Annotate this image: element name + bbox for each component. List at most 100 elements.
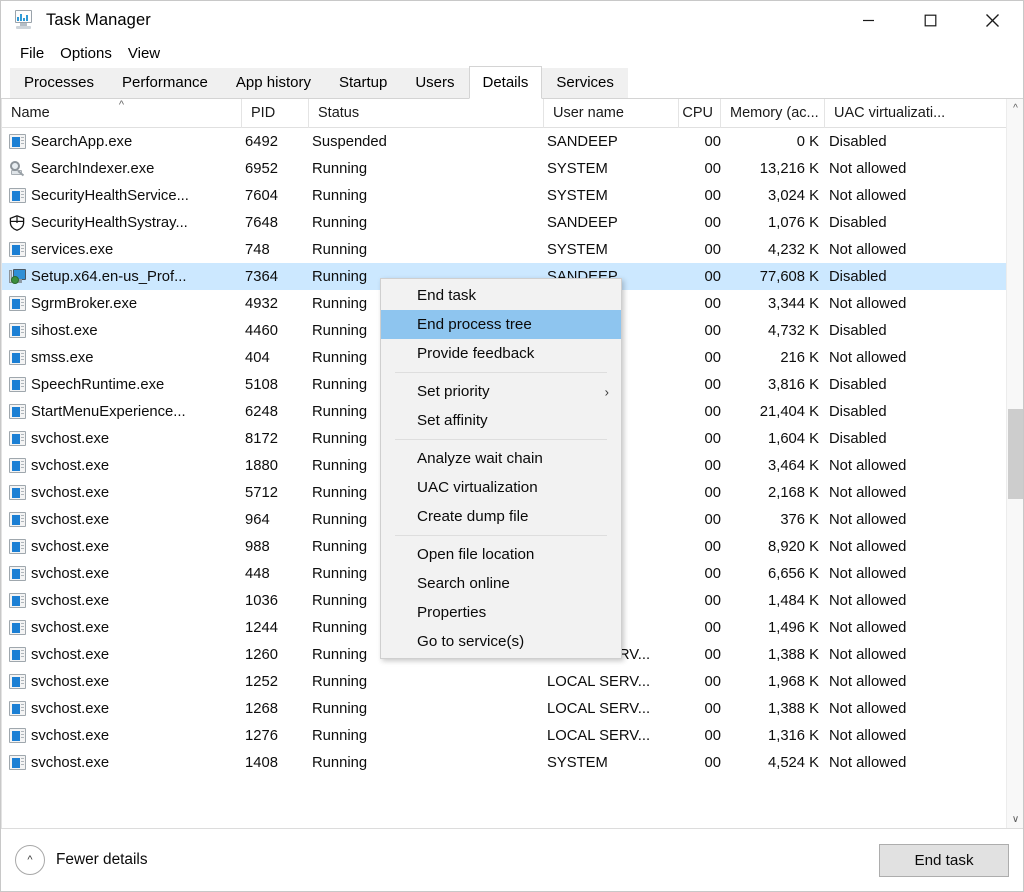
tab-startup[interactable]: Startup: [324, 68, 402, 98]
process-name-label: Setup.x64.en-us_Prof...: [31, 268, 187, 285]
column-header-pid[interactable]: PID: [242, 99, 309, 128]
sort-ascending-icon: ^: [118, 99, 125, 111]
tab-performance[interactable]: Performance: [108, 68, 222, 98]
context-menu-item[interactable]: Set priority ›: [381, 377, 621, 406]
table-row[interactable]: services.exe 748 Running SYSTEM 00 4,232 K Not…: [2, 236, 1023, 263]
scroll-down-arrow-icon[interactable]: ∨: [1007, 810, 1023, 828]
context-menu-item[interactable]: Open file location: [381, 540, 621, 569]
column-header-user-name[interactable]: User name: [544, 99, 679, 128]
window-controls: [837, 1, 1023, 39]
cell-uac-virtualization: Not allowed: [829, 565, 907, 582]
cell-pid: 448: [245, 565, 270, 582]
end-task-button[interactable]: End task: [879, 843, 1009, 877]
window-icon: [9, 296, 26, 311]
context-menu-item[interactable]: Analyze wait chain: [381, 444, 621, 473]
cell-uac-virtualization: Not allowed: [829, 160, 907, 177]
context-menu-item[interactable]: End task: [381, 281, 621, 310]
tab-details[interactable]: Details: [468, 66, 543, 99]
table-row[interactable]: svchost.exe 1276 Running LOCAL SERV... 00 1,3…: [2, 722, 1023, 749]
context-menu-item-label: Provide feedback: [417, 345, 535, 362]
cell-pid: 7604: [245, 187, 278, 204]
context-menu-item[interactable]: Create dump file: [381, 502, 621, 531]
window-icon: [9, 566, 26, 581]
context-menu-item[interactable]: UAC virtualization: [381, 473, 621, 502]
tab-services[interactable]: Services: [542, 68, 628, 98]
table-row[interactable]: SecurityHealthSystray... 7648 Running SANDE…: [2, 209, 1023, 236]
cell-pid: 1252: [245, 673, 278, 690]
cell-name: sihost.exe: [2, 323, 242, 339]
cell-memory: 1,484 K: [767, 592, 819, 609]
cell-memory: 1,076 K: [767, 214, 819, 231]
table-row[interactable]: SearchApp.exe 6492 Suspended SANDEEP 00 0 K Di…: [2, 128, 1023, 155]
context-menu-item[interactable]: End process tree: [381, 310, 621, 339]
tab-app-history[interactable]: App history: [221, 68, 325, 98]
scrollbar-thumb[interactable]: [1008, 409, 1023, 499]
cell-uac-virtualization: Disabled: [829, 430, 887, 447]
cell-cpu: 00: [704, 349, 721, 366]
process-name-label: svchost.exe: [31, 457, 110, 474]
cell-cpu: 00: [704, 700, 721, 717]
cell-cpu: 00: [704, 457, 721, 474]
cell-pid: 748: [245, 241, 270, 258]
menu-item-options[interactable]: Options: [52, 43, 120, 64]
context-menu-item[interactable]: Provide feedback: [381, 339, 621, 368]
column-header-cpu[interactable]: CPU: [679, 99, 721, 128]
cell-pid: 988: [245, 538, 270, 555]
context-menu-item[interactable]: Set affinity: [381, 406, 621, 435]
scroll-up-arrow-icon[interactable]: ^: [1007, 99, 1023, 117]
window-icon: [9, 539, 26, 554]
menu-item-view[interactable]: View: [120, 43, 168, 64]
cell-memory: 0 K: [796, 133, 819, 150]
process-name-label: svchost.exe: [31, 430, 110, 447]
cell-uac-virtualization: Disabled: [829, 214, 887, 231]
fewer-details-button[interactable]: ^ Fewer details: [15, 845, 148, 875]
minimize-button[interactable]: [837, 1, 899, 39]
table-row[interactable]: svchost.exe 1252 Running LOCAL SERV... 00 1,9…: [2, 668, 1023, 695]
menu-item-file[interactable]: File: [12, 43, 52, 64]
process-name-label: SpeechRuntime.exe: [31, 376, 165, 393]
cell-pid: 964: [245, 511, 270, 528]
context-menu-item[interactable]: Go to service(s): [381, 627, 621, 656]
cell-pid: 1880: [245, 457, 278, 474]
cell-cpu: 00: [704, 430, 721, 447]
menu-separator: [395, 535, 607, 536]
column-header-uac-virtualization[interactable]: UAC virtualizati...: [825, 99, 985, 128]
tab-users[interactable]: Users: [401, 68, 469, 98]
window-icon: [9, 350, 26, 365]
table-row[interactable]: SecurityHealthService... 7604 Running SYSTE…: [2, 182, 1023, 209]
vertical-scrollbar[interactable]: ^ ∨: [1006, 99, 1023, 828]
cell-memory: 77,608 K: [759, 268, 819, 285]
cell-uac-virtualization: Disabled: [829, 133, 887, 150]
context-menu-item[interactable]: Search online: [381, 569, 621, 598]
context-menu-item-label: Go to service(s): [417, 633, 525, 650]
table-row[interactable]: svchost.exe 1408 Running SYSTEM 00 4,524 K Not…: [2, 749, 1023, 776]
cell-cpu: 00: [704, 214, 721, 231]
context-menu-item[interactable]: Properties: [381, 598, 621, 627]
cell-name: services.exe: [2, 242, 242, 258]
cell-pid: 8172: [245, 430, 278, 447]
close-icon: [985, 13, 999, 27]
taskmanager-monitor-icon: [14, 10, 36, 30]
cell-pid: 4460: [245, 322, 278, 339]
window-icon: [9, 701, 26, 716]
cell-memory: 376 K: [780, 511, 819, 528]
cell-memory: 1,496 K: [767, 619, 819, 636]
process-name-label: StartMenuExperience...: [31, 403, 186, 420]
context-menu-item-label: Properties: [417, 604, 487, 621]
window-icon: [9, 647, 26, 662]
column-header-name[interactable]: Name ^: [2, 99, 242, 128]
cell-cpu: 00: [704, 511, 721, 528]
maximize-button[interactable]: [899, 1, 961, 39]
column-header-status[interactable]: Status: [309, 99, 544, 128]
window-icon: [9, 593, 26, 608]
tab-processes[interactable]: Processes: [10, 68, 109, 98]
column-header-memory[interactable]: Memory (ac...: [721, 99, 825, 128]
cell-memory: 1,968 K: [767, 673, 819, 690]
table-row[interactable]: SearchIndexer.exe 6952 Running SYSTEM 00 13,2…: [2, 155, 1023, 182]
menu-bar: File Options View: [1, 39, 1023, 67]
cell-uac-virtualization: Not allowed: [829, 727, 907, 744]
cell-user-name: LOCAL SERV...: [547, 700, 651, 717]
close-button[interactable]: [961, 1, 1023, 39]
table-row[interactable]: svchost.exe 1268 Running LOCAL SERV... 00 1,3…: [2, 695, 1023, 722]
setup-installer-icon: [9, 269, 26, 284]
